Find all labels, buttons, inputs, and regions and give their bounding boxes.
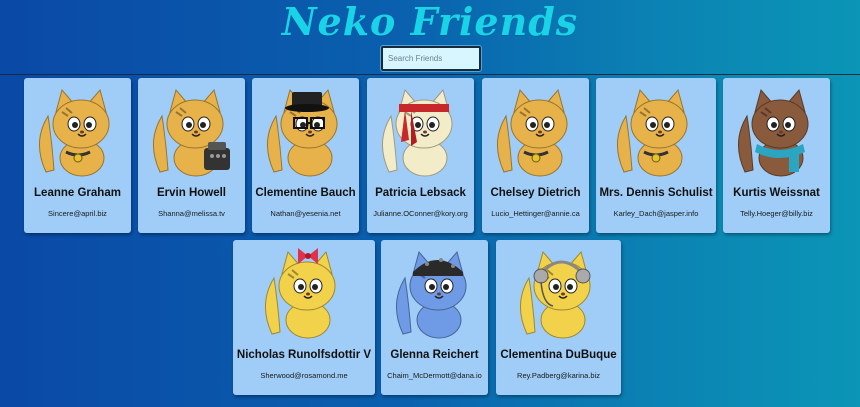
cat-avatar-icon <box>375 82 467 178</box>
friend-email: Sincere@april.biz <box>48 209 107 218</box>
friend-name: Ervin Howell <box>156 187 227 199</box>
friend-card[interactable]: Kurtis Weissnat Telly.Hoeger@billy.biz <box>723 78 830 233</box>
friend-email: Chaim_McDermott@dana.io <box>387 371 482 380</box>
cat-avatar-icon <box>32 82 124 178</box>
friend-email: Rey.Padberg@karina.biz <box>517 371 600 380</box>
friend-name: Patricia Lebsack <box>375 187 466 199</box>
friend-card[interactable]: Clementine Bauch Nathan@yesenia.net <box>252 78 359 233</box>
friend-name: Leanne Graham <box>34 187 121 199</box>
friend-card[interactable]: Clementina DuBuque Rey.Padberg@karina.biz <box>496 240 621 395</box>
friend-name: Glenna Reichert <box>390 349 479 361</box>
friend-email: Nathan@yesenia.net <box>270 209 341 218</box>
friend-card[interactable]: Glenna Reichert Chaim_McDermott@dana.io <box>381 240 488 395</box>
friend-card[interactable]: Patricia Lebsack Julianne.OConner@kory.or… <box>367 78 474 233</box>
search-input[interactable] <box>380 45 482 72</box>
friend-email: Karley_Dach@jasper.info <box>613 209 699 218</box>
friend-name: Nicholas Runolfsdottir V <box>236 349 372 361</box>
friend-card[interactable]: Mrs. Dennis Schulist Karley_Dach@jasper.i… <box>596 78 716 233</box>
cat-avatar-icon <box>146 82 238 178</box>
cat-avatar-icon <box>490 82 582 178</box>
cat-avatar-icon <box>260 82 352 178</box>
friend-name: Kurtis Weissnat <box>733 187 820 199</box>
cat-avatar-icon <box>610 82 702 178</box>
friend-card[interactable]: Leanne Graham Sincere@april.biz <box>24 78 131 233</box>
cat-avatar-icon <box>513 244 605 340</box>
friend-card[interactable]: Chelsey Dietrich Lucio_Hettinger@annie.ca <box>482 78 589 233</box>
friend-email: Sherwood@rosamond.me <box>260 371 348 380</box>
cat-avatar-icon <box>258 244 350 340</box>
friend-email: Shanna@melissa.tv <box>158 209 225 218</box>
cat-avatar-icon <box>731 82 823 178</box>
friend-name: Clementine Bauch <box>255 187 356 199</box>
friend-email: Julianne.OConner@kory.org <box>373 209 468 218</box>
friend-name: Mrs. Dennis Schulist <box>599 187 713 199</box>
friend-name: Chelsey Dietrich <box>490 187 581 199</box>
friend-email: Telly.Hoeger@billy.biz <box>740 209 813 218</box>
page-title: Neko Friends <box>281 0 579 44</box>
friend-name: Clementina DuBuque <box>500 349 617 361</box>
friend-card[interactable]: Ervin Howell Shanna@melissa.tv <box>138 78 245 233</box>
cat-avatar-icon <box>389 244 481 340</box>
friend-card[interactable]: Nicholas Runolfsdottir V Sherwood@rosamon… <box>233 240 375 395</box>
friend-email: Lucio_Hettinger@annie.ca <box>491 209 580 218</box>
header-divider <box>0 74 860 75</box>
